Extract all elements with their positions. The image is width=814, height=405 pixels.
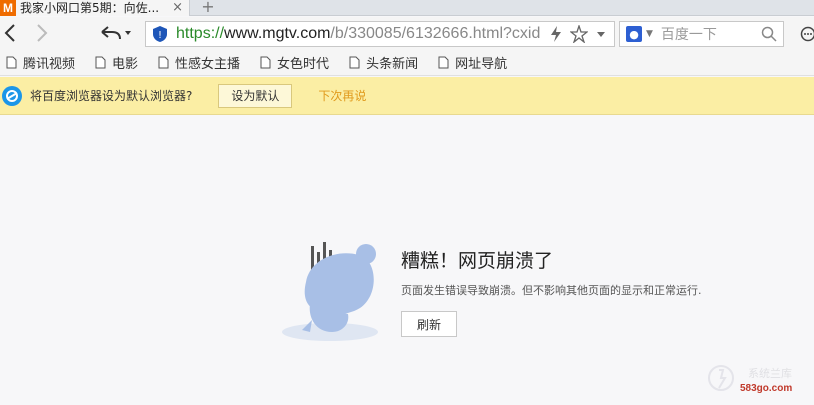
toolbar: ! https://www.mgtv.com/b/330085/6132666.… <box>0 17 814 50</box>
bookmark-item[interactable]: 性感女主播 <box>158 53 240 72</box>
bookmark-label: 头条新闻 <box>366 57 419 72</box>
back-button[interactable] <box>0 21 20 45</box>
set-default-button[interactable]: 设为默认 <box>218 83 293 108</box>
url-protocol: https:// <box>176 25 225 42</box>
baidu-browser-logo-icon <box>2 85 22 106</box>
mgtv-favicon-icon: M <box>0 0 16 16</box>
page-icon <box>260 56 271 69</box>
ask-later-link[interactable]: 下次再说 <box>318 87 366 104</box>
bookmark-label: 网址导航 <box>455 57 508 72</box>
infobar-message: 将百度浏览器设为默认浏览器? <box>30 89 193 103</box>
bookmark-label: 腾讯视频 <box>23 57 76 72</box>
tab-active[interactable]: M 我家小网口第5期：向佐... × <box>0 0 190 16</box>
tab-close-icon[interactable]: × <box>172 0 183 16</box>
crash-description: 页面发生错误导致崩溃。但不影响其他页面的显示和正常运行. <box>401 284 702 297</box>
page-icon <box>6 56 17 69</box>
baidu-paw-icon[interactable]: ● <box>626 26 642 42</box>
search-input[interactable]: 百度一下 <box>661 24 761 44</box>
chat-bubble-icon[interactable] <box>800 26 814 42</box>
bookmark-label: 电影 <box>112 57 139 72</box>
url-text[interactable]: https://www.mgtv.com/b/330085/6132666.ht… <box>176 25 540 43</box>
bookmarks-bar: 腾讯视频 电影 性感女主播 女色时代 头条新闻 网址导航 <box>0 50 814 76</box>
shield-icon: ! <box>153 26 167 42</box>
undo-icon <box>101 26 131 40</box>
chevron-down-icon[interactable] <box>596 29 606 39</box>
lightning-icon[interactable] <box>550 26 562 42</box>
bookmark-item[interactable]: 腾讯视频 <box>6 53 75 72</box>
new-tab-button[interactable]: + <box>196 0 220 16</box>
page-icon <box>95 56 106 69</box>
back-arrow-icon <box>4 24 15 42</box>
page-icon <box>158 56 169 69</box>
bookmark-item[interactable]: 女色时代 <box>260 53 329 72</box>
crash-title: 糟糕！网页崩溃了 <box>401 250 554 272</box>
tab-strip: M 我家小网口第5期：向佐... × + <box>0 0 814 16</box>
search-box[interactable]: ● ▼ 百度一下 <box>619 21 784 47</box>
forward-arrow-icon <box>37 24 48 42</box>
tab-title: 我家小网口第5期：向佐... <box>20 1 160 15</box>
search-icon[interactable] <box>761 26 777 42</box>
bookmark-item[interactable]: 网址导航 <box>438 53 507 72</box>
address-bar[interactable]: ! https://www.mgtv.com/b/330085/6132666.… <box>145 21 615 47</box>
url-domain: www.mgtv.com <box>224 25 331 42</box>
default-browser-infobar: 将百度浏览器设为默认浏览器? 设为默认 下次再说 <box>0 77 814 115</box>
watermark-name: 系统兰库 <box>748 367 792 380</box>
star-icon[interactable] <box>570 25 588 43</box>
page-icon <box>349 56 360 69</box>
url-path: /b/330085/6132666.html?cxid=9 <box>330 25 540 42</box>
svg-text:!: ! <box>158 30 162 41</box>
bookmark-label: 女色时代 <box>277 57 330 72</box>
forward-button[interactable] <box>32 21 52 45</box>
bookmark-label: 性感女主播 <box>175 57 241 72</box>
bookmark-item[interactable]: 头条新闻 <box>349 53 418 72</box>
crash-mascot-icon <box>282 242 378 341</box>
watermark-site: 583go.com <box>740 383 793 394</box>
bookmark-item[interactable]: 电影 <box>95 53 138 72</box>
page-icon <box>438 56 449 69</box>
reload-button[interactable]: 刷新 <box>401 311 457 337</box>
engine-dropdown-icon[interactable]: ▼ <box>646 29 653 39</box>
undo-button[interactable] <box>98 21 134 45</box>
